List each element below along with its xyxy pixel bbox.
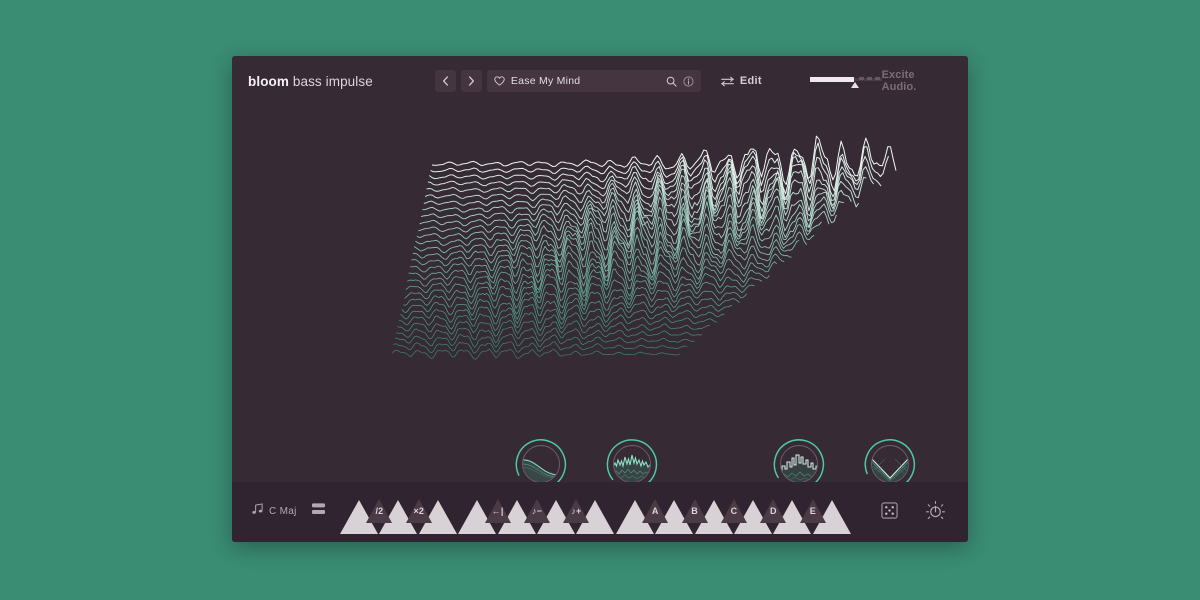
black-key[interactable] (563, 499, 590, 523)
black-key[interactable] (760, 499, 787, 523)
waterfall-row (416, 210, 815, 251)
trigger-keyboard: /2 ×2 ←| ♪− ♪+ A B C D E (340, 488, 852, 536)
edit-button[interactable]: Edit (720, 75, 762, 87)
preset-browser: Ease My Mind (434, 70, 701, 92)
search-icon[interactable] (666, 76, 677, 87)
waterfall-row (431, 135, 897, 186)
scale-selector[interactable]: C Maj (251, 502, 297, 520)
master-level-fader[interactable] (809, 72, 882, 90)
sliders-icon (720, 76, 734, 87)
chevron-right-icon (468, 76, 474, 86)
fader-tick (858, 77, 864, 80)
preset-name: Ease My Mind (510, 75, 581, 87)
waterfall-lines (391, 135, 897, 360)
preset-field[interactable]: Ease My Mind (486, 70, 701, 92)
edit-label: Edit (739, 75, 762, 87)
crossfade-x-icon (872, 457, 908, 482)
power-button[interactable] (925, 500, 946, 526)
fader-fill (809, 77, 854, 82)
spectrum-noise-icon (614, 454, 650, 482)
waterfall-canvas (391, 135, 897, 360)
black-key[interactable] (405, 499, 432, 523)
heart-icon[interactable] (494, 76, 505, 86)
waterfall-row (419, 194, 830, 238)
layers-icon (311, 503, 326, 514)
fader-tick (866, 77, 872, 80)
randomize-button[interactable] (881, 502, 898, 524)
brand-name: bloom (248, 73, 289, 89)
black-key[interactable] (484, 499, 511, 523)
plugin-window: bloom bass impulse Ease My Mind Edit Exc… (232, 56, 968, 542)
product-title: bloom bass impulse (248, 74, 373, 89)
fader-handle[interactable] (850, 82, 859, 88)
fader-tick (874, 77, 880, 80)
info-icon[interactable] (683, 75, 694, 87)
waterfall-row (413, 226, 800, 268)
header-bar: bloom bass impulse Ease My Mind Edit Exc… (232, 56, 968, 106)
black-key[interactable] (366, 499, 393, 523)
black-key[interactable] (524, 499, 550, 523)
spectrum-peak-icon (781, 454, 817, 482)
black-key[interactable] (721, 499, 747, 523)
vendor-logo: Excite Audio. (881, 69, 917, 93)
randomize-icon (881, 502, 898, 519)
power-icon (925, 500, 946, 519)
music-note-icon (251, 502, 264, 520)
waterfall-row (394, 333, 695, 348)
waterfall-row (396, 326, 703, 344)
chevron-left-icon (442, 76, 448, 86)
curve-decay-icon (523, 459, 559, 482)
waterfall-row (391, 348, 680, 360)
product-name: bass impulse (292, 73, 373, 89)
bottom-bar: C Maj /2 ×2 ←| ♪− ♪+ A B C D E (232, 482, 968, 542)
black-key[interactable] (799, 499, 826, 523)
preset-prev-button[interactable] (434, 70, 456, 92)
preset-next-button[interactable] (460, 70, 482, 92)
wavetable-3d-display[interactable] (232, 106, 968, 436)
layers-button[interactable] (311, 502, 326, 521)
black-key[interactable] (642, 499, 669, 523)
scale-label: C Maj (269, 505, 297, 517)
black-key[interactable] (681, 499, 708, 523)
